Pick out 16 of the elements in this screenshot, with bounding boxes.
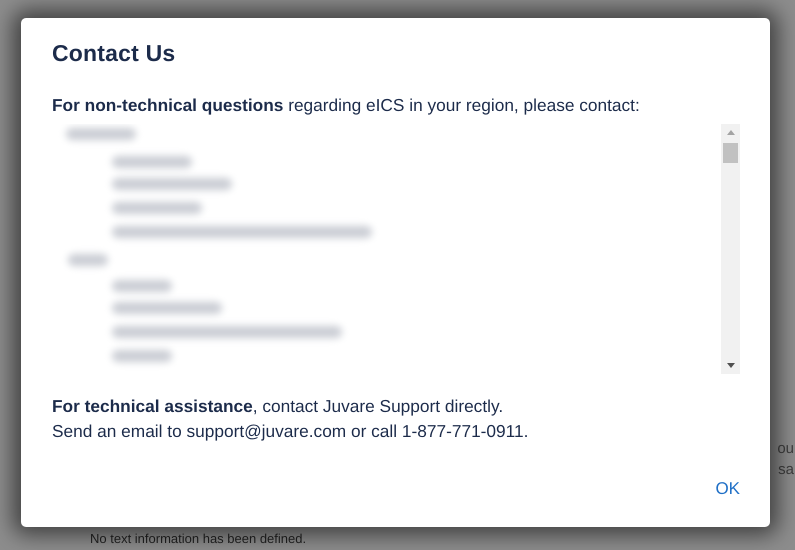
up-arrow-icon[interactable] [726, 130, 734, 135]
intro-text: For non-technical questions regarding eICS in your region, please contact: [52, 94, 641, 117]
background-text: sa [778, 461, 794, 478]
blurred-text [112, 350, 172, 362]
background-text: No text information has been defined. [90, 531, 306, 546]
down-arrow-icon[interactable] [726, 363, 734, 368]
scrollbar[interactable] [721, 124, 740, 374]
blurred-text [66, 128, 136, 140]
blurred-text [112, 280, 172, 292]
dialog-title: Contact Us [52, 40, 176, 67]
scrollbar-thumb[interactable] [723, 143, 738, 163]
background-text: ou [777, 440, 794, 457]
technical-text: For technical assistance, contact Juvare Support directly. [52, 395, 504, 418]
contact-text: Send an email to support@juvare.com or call 1-877-771-0911. [52, 420, 530, 443]
blurred-text [68, 254, 108, 266]
ok-button[interactable]: OK [707, 473, 748, 505]
